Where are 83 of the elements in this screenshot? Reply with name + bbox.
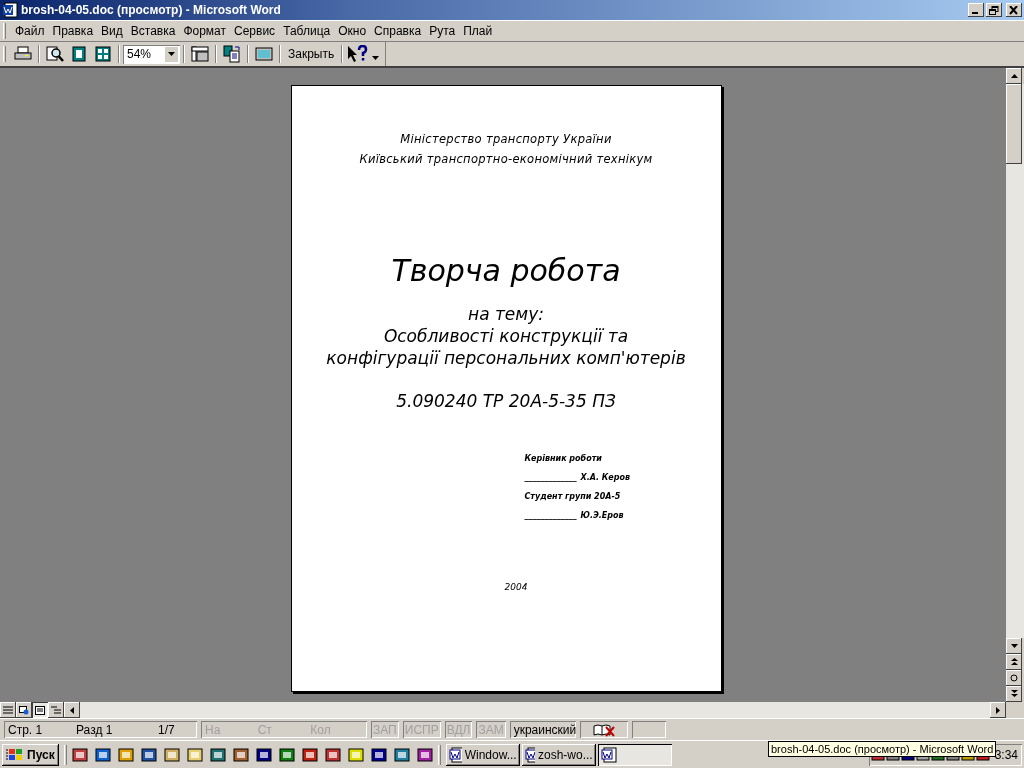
- scroll-down-icon[interactable]: [1006, 638, 1022, 654]
- subtitle-text: Особливості конструкції та: [383, 325, 629, 347]
- close-icon: [1009, 5, 1019, 15]
- header-text: Київський транспортно-економічний технікум: [359, 151, 653, 168]
- signature-name: Ю.Э.Еров: [580, 511, 624, 520]
- signature-role: Студент групи 20А-5: [524, 491, 622, 502]
- document-code: 5.090240 ТР 20А-5-35 ПЗ: [396, 391, 616, 411]
- document-icon: [600, 746, 617, 763]
- document-icon: [448, 746, 462, 763]
- quick-launch-icon[interactable]: [71, 746, 88, 763]
- close-preview-button[interactable]: Закрыть: [284, 43, 339, 65]
- menu-item[interactable]: Вид: [97, 24, 127, 38]
- ruler-button[interactable]: [189, 43, 211, 65]
- quick-launch-icon[interactable]: [416, 746, 433, 763]
- taskbar-button[interactable]: zosh-wo...: [521, 743, 596, 766]
- menu-item[interactable]: Формат: [179, 24, 231, 38]
- menu-item[interactable]: Вставка: [126, 24, 180, 38]
- menu-item[interactable]: Справка: [370, 24, 426, 38]
- subtitle-text: на тему:: [468, 303, 544, 325]
- start-button[interactable]: Пуск: [2, 743, 59, 766]
- taskbar-button[interactable]: [597, 743, 672, 766]
- quick-launch-icon[interactable]: [278, 746, 295, 763]
- quick-launch-icon[interactable]: [255, 746, 272, 763]
- scroll-up-icon[interactable]: [1006, 68, 1022, 84]
- quick-launch-icon[interactable]: [370, 746, 387, 763]
- quick-launch-icon[interactable]: [117, 746, 134, 763]
- signature-line: _____________: [524, 511, 577, 520]
- zoom-field[interactable]: 54%: [123, 44, 180, 64]
- context-help-button[interactable]: [347, 43, 370, 65]
- restore-icon: [989, 5, 999, 15]
- next-page-icon[interactable]: [1006, 686, 1022, 702]
- tooltip: brosh-04-05.doc (просмотр) - Microsoft Word: [768, 741, 997, 757]
- quick-launch-icon[interactable]: [163, 746, 180, 763]
- quick-launch-icon[interactable]: [94, 746, 111, 763]
- taskbar-button[interactable]: Window...: [445, 743, 520, 766]
- window-title: brosh-04-05.doc (просмотр) - Microsoft Word: [21, 3, 282, 17]
- language-indicator: украинский: [509, 721, 576, 738]
- menu-item[interactable]: Таблица: [279, 24, 335, 38]
- signature-role: Керівник роботи: [524, 453, 603, 464]
- spelling-status-icon[interactable]: [592, 722, 615, 737]
- normal-view-icon[interactable]: [0, 702, 16, 718]
- windows-logo-icon: [6, 747, 24, 762]
- document-icon: [2, 2, 18, 18]
- quick-launch-icon[interactable]: [209, 746, 226, 763]
- status-text: Разд 1: [76, 722, 114, 737]
- document-title: Творча робота: [391, 253, 621, 289]
- web-view-icon[interactable]: [16, 702, 32, 718]
- scroll-thumb[interactable]: [1006, 84, 1022, 164]
- previous-page-icon[interactable]: [1006, 654, 1022, 670]
- minimize-button[interactable]: [968, 3, 984, 17]
- quick-launch-icon[interactable]: [232, 746, 249, 763]
- status-panel: [631, 721, 666, 738]
- menu-item[interactable]: Правка: [48, 24, 98, 38]
- outline-view-icon[interactable]: [48, 702, 64, 718]
- menu-item[interactable]: Окно: [334, 24, 371, 38]
- subtitle-text: конфігурації персональних комп'ютерів: [326, 347, 686, 369]
- scroll-left-icon[interactable]: [64, 702, 80, 718]
- header-text: Міністерство транспорту України: [400, 131, 612, 148]
- signature-name: Х.А. Керов: [580, 473, 630, 482]
- browse-object-icon[interactable]: [1006, 670, 1022, 686]
- shrink-to-fit-button[interactable]: [221, 43, 243, 65]
- status-text: 1/7: [158, 722, 175, 737]
- scroll-right-icon[interactable]: [990, 702, 1006, 718]
- multiple-pages-button[interactable]: [92, 43, 114, 65]
- year-text: 2004: [504, 582, 528, 592]
- caret-icon[interactable]: [372, 56, 380, 60]
- status-text: Стр. 1: [8, 722, 44, 737]
- minimize-icon: [972, 12, 978, 14]
- close-button[interactable]: [1006, 3, 1022, 17]
- clock: 3:34: [994, 747, 1018, 762]
- menu-item[interactable]: Сервис: [230, 24, 280, 38]
- caret-icon[interactable]: [168, 52, 175, 56]
- document-icon: [524, 746, 535, 763]
- menu-item[interactable]: Плай: [459, 24, 497, 38]
- quick-launch-icon[interactable]: [301, 746, 318, 763]
- quick-launch-icon[interactable]: [140, 746, 157, 763]
- quick-launch-icon[interactable]: [324, 746, 341, 763]
- menu-item[interactable]: Рута: [425, 24, 460, 38]
- quick-launch-icon[interactable]: [393, 746, 410, 763]
- page-view-icon[interactable]: [32, 702, 48, 718]
- menu-item[interactable]: Файл: [11, 24, 49, 38]
- signature-line: _____________: [524, 473, 577, 482]
- restore-button[interactable]: [986, 3, 1002, 17]
